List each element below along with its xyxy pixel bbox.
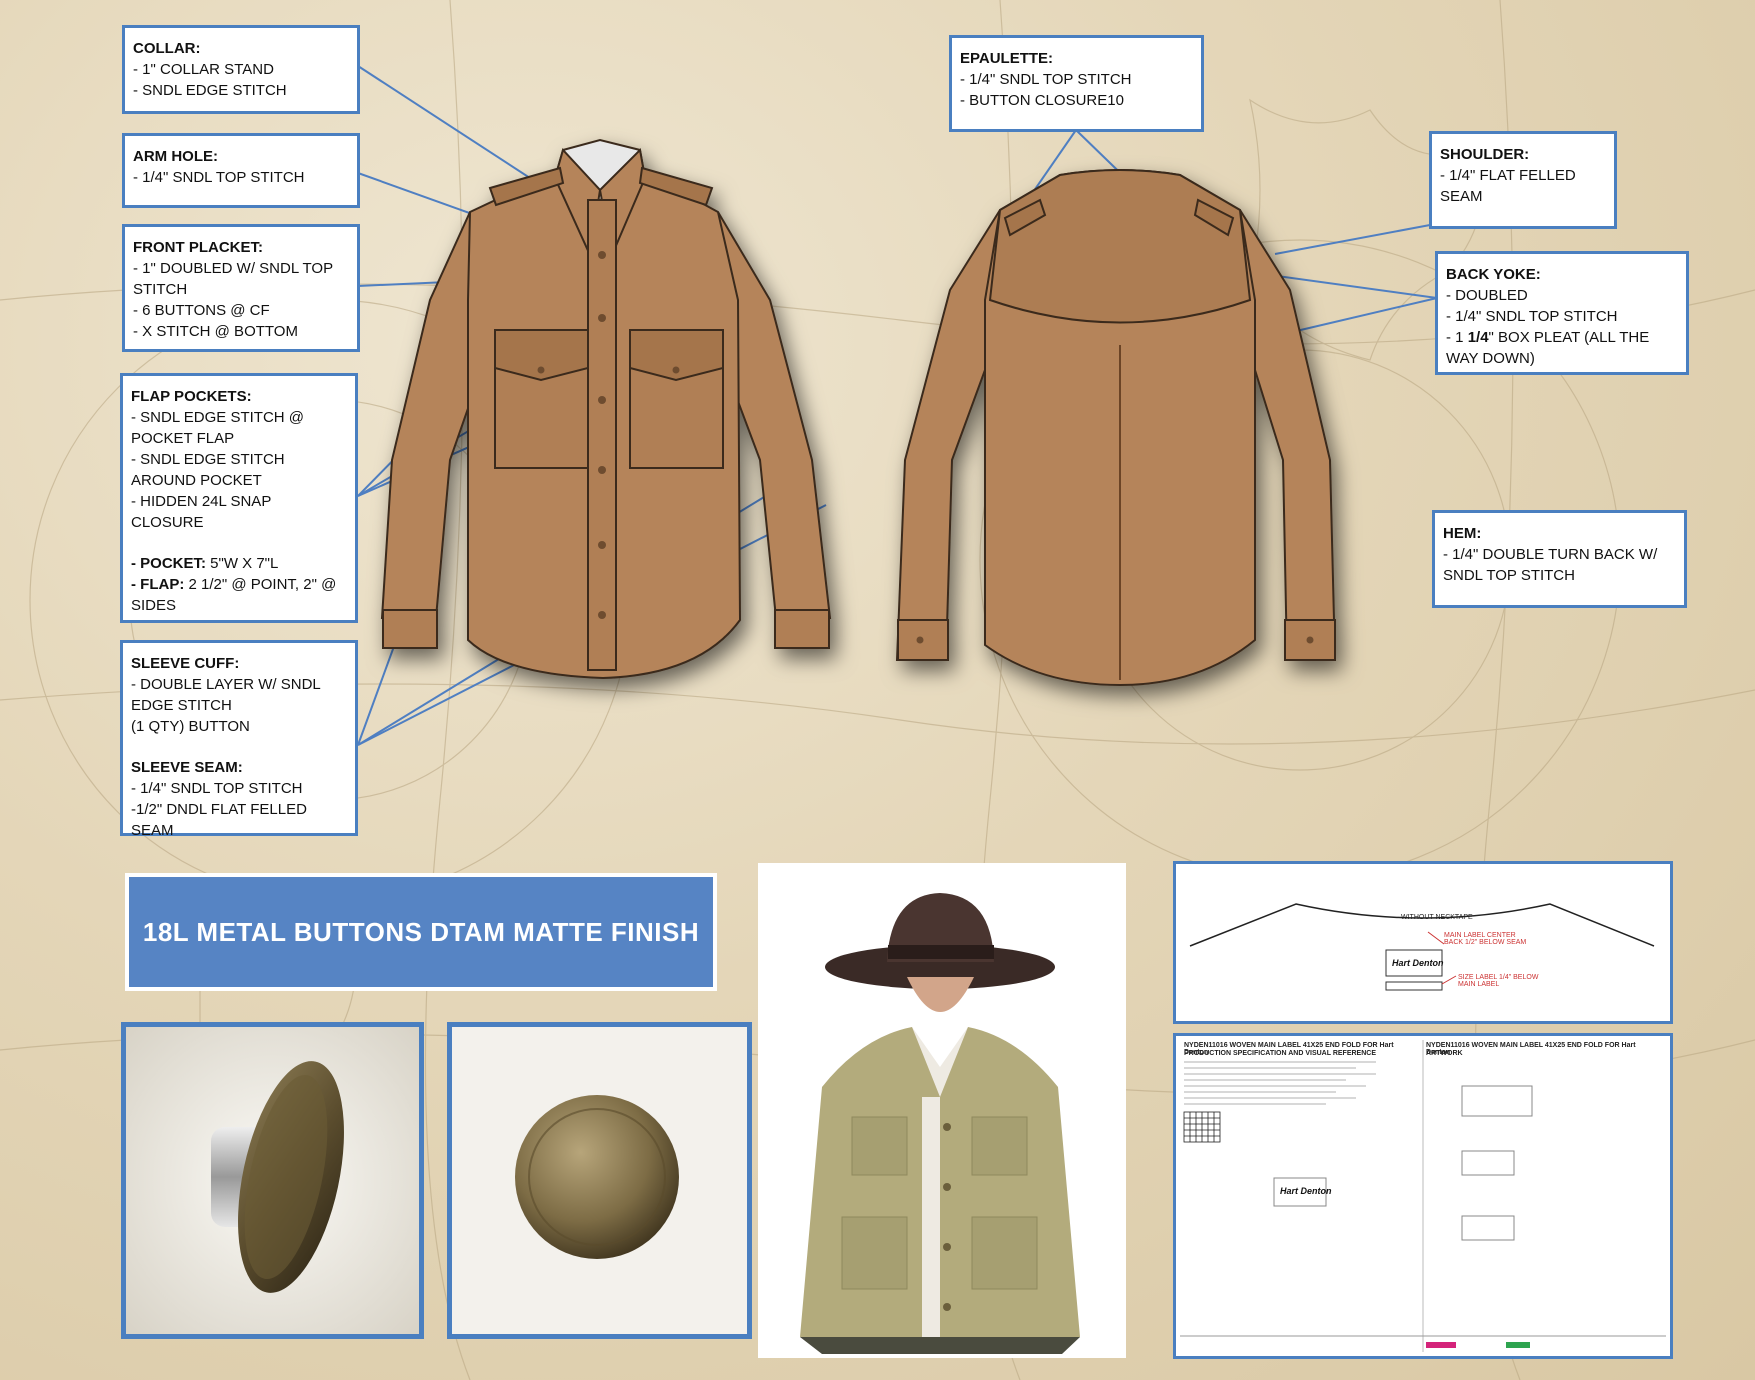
- callout-title: ARM HOLE:: [133, 148, 218, 165]
- callout-sleeve-cuff-seam: SLEEVE CUFF: - DOUBLE LAYER W/ SNDL EDGE…: [120, 640, 358, 839]
- main-label-note: MAIN LABEL CENTER BACK 1/2" BELOW SEAM: [1444, 932, 1527, 946]
- spec-subtitle-right: ARTWORK: [1426, 1050, 1463, 1057]
- callout-line: - 1/4" FLAT FELLED SEAM: [1440, 167, 1580, 205]
- metal-button-side-image: [126, 1027, 419, 1334]
- callout-back-yoke: BACK YOKE: - DOUBLED - 1/4" SNDL TOP STI…: [1435, 251, 1689, 375]
- neckline-diagram: [1189, 903, 1655, 991]
- callout-line: - DOUBLE LAYER W/ SNDL EDGE STITCH: [131, 676, 325, 714]
- callout-line: - 1" DOUBLED W/ SNDL TOP STITCH: [133, 260, 337, 298]
- callout-arm-hole: ARM HOLE: - 1/4" SNDL TOP STITCH: [122, 133, 360, 208]
- callout-line: - SNDL EDGE STITCH: [133, 82, 287, 99]
- man-in-jacket-image: [800, 893, 1080, 1354]
- callout-title: HEM:: [1443, 525, 1482, 542]
- callout-title: COLLAR:: [133, 40, 201, 57]
- callout-line: - HIDDEN 24L SNAP CLOSURE: [131, 493, 276, 531]
- callout-collar: COLLAR: - 1" COLLAR STAND - SNDL EDGE ST…: [122, 25, 360, 114]
- button-photo-front: [447, 1022, 752, 1339]
- callout-line: - 1" COLLAR STAND: [133, 61, 274, 78]
- callout-line: - SNDL EDGE STITCH @ POCKET FLAP: [131, 409, 309, 447]
- callout-line: - DOUBLED: [1446, 287, 1528, 304]
- callout-title: SLEEVE CUFF:: [131, 655, 240, 672]
- button-photo-side: [121, 1022, 424, 1339]
- callout-title: BACK YOKE:: [1446, 266, 1541, 283]
- callout-line: - 6 BUTTONS @ CF: [133, 302, 270, 319]
- brand-label: Hart Denton: [1280, 1186, 1332, 1196]
- brand-label: Hart Denton: [1392, 958, 1444, 968]
- flap-size: - FLAP: 2 1/2" @ POINT, 2" @ SIDES: [131, 576, 341, 614]
- callout-line: - 1/4" DOUBLE TURN BACK W/ SNDL TOP STIT…: [1443, 546, 1662, 584]
- callout-hem: HEM: - 1/4" DOUBLE TURN BACK W/ SNDL TOP…: [1432, 510, 1687, 608]
- callout-line: - 1/4" SNDL TOP STITCH: [960, 71, 1132, 88]
- callout-shoulder: SHOULDER: - 1/4" FLAT FELLED SEAM: [1429, 131, 1617, 229]
- callout-flap-pockets: FLAP POCKETS: - SNDL EDGE STITCH @ POCKE…: [120, 373, 358, 623]
- metal-button-front-image: [452, 1027, 747, 1334]
- callout-epaulette: EPAULETTE: - 1/4" SNDL TOP STITCH - BUTT…: [949, 35, 1204, 132]
- size-label-note: SIZE LABEL 1/4" BELOW MAIN LABEL: [1458, 974, 1539, 988]
- box-pleat-line: - 1 1/4" BOX PLEAT (ALL THE WAY DOWN): [1446, 329, 1654, 367]
- callout-front-placket: FRONT PLACKET: - 1" DOUBLED W/ SNDL TOP …: [122, 224, 360, 352]
- spec-sheet-drawing: [1180, 1040, 1666, 1352]
- pocket-size: - POCKET: 5"W X 7"L: [131, 555, 279, 572]
- callout-line: (1 QTY) BUTTON: [131, 718, 250, 735]
- callout-line: - X STITCH @ BOTTOM: [133, 323, 298, 340]
- callout-title: FRONT PLACKET:: [133, 239, 263, 256]
- callout-line: - BUTTON CLOSURE10: [960, 92, 1124, 109]
- callout-title: SHOULDER:: [1440, 146, 1530, 163]
- callout-line: -1/2" DNDL FLAT FELLED SEAM: [131, 801, 312, 839]
- callout-title: FLAP POCKETS:: [131, 388, 252, 405]
- spec-subtitle-left: PRODUCTION SPECIFICATION AND VISUAL REFE…: [1184, 1050, 1376, 1057]
- callout-line: - SNDL EDGE STITCH AROUND POCKET: [131, 451, 288, 489]
- callout-line: - 1/4" SNDL TOP STITCH: [1446, 308, 1618, 325]
- neckline-heading: WITHOUT NECKTAPE: [1401, 914, 1473, 921]
- callout-title: EPAULETTE:: [960, 50, 1054, 67]
- label-placement-doc: WITHOUT NECKTAPE MAIN LABEL CENTER BACK …: [1173, 861, 1673, 1024]
- callout-title: SLEEVE SEAM:: [131, 759, 243, 776]
- label-spec-doc: NYDEN11016 WOVEN MAIN LABEL 41X25 END FO…: [1173, 1033, 1673, 1359]
- model-photo: [758, 863, 1126, 1358]
- callout-line: - 1/4" SNDL TOP STITCH: [133, 169, 305, 186]
- buttons-banner: 18L METAL BUTTONS DTAM MATTE FINISH: [125, 873, 717, 991]
- callout-line: - 1/4" SNDL TOP STITCH: [131, 780, 303, 797]
